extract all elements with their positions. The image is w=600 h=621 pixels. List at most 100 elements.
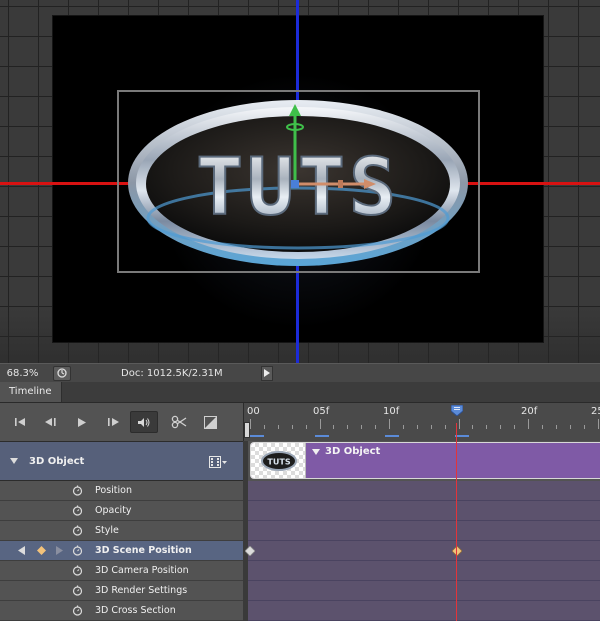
x-axis-arrow-icon[interactable] (364, 179, 376, 189)
property-row-3d-camera-position[interactable]: 3D Camera Position (0, 561, 243, 581)
previous-frame-icon (45, 418, 56, 426)
x-scale-handle-icon[interactable] (338, 180, 343, 188)
ruler-tick (555, 425, 557, 429)
stopwatch-icon[interactable] (72, 545, 83, 556)
stopwatch-icon[interactable] (72, 485, 83, 496)
track-area[interactable]: TUTS 3D Object (245, 441, 600, 621)
ruler-tick (541, 425, 543, 429)
ruler-tick (444, 425, 446, 429)
go-to-first-frame-button[interactable] (6, 411, 34, 433)
ruler-tick (500, 425, 502, 429)
clip-thumbnail: TUTS (251, 443, 306, 478)
ruler-label: 00 (247, 406, 260, 417)
keyframe-diamond-icon[interactable] (452, 546, 462, 556)
property-row-3d-cross-section[interactable]: 3D Cross Section (0, 601, 243, 621)
clip-expand-triangle-icon[interactable] (312, 449, 320, 455)
expand-layer-triangle-icon[interactable] (10, 458, 18, 464)
property-track (248, 601, 600, 621)
audio-button[interactable] (130, 411, 158, 433)
stopwatch-icon[interactable] (72, 605, 83, 616)
ruler-tick (583, 425, 585, 429)
work-area-marker (455, 435, 469, 437)
property-label: Opacity (95, 505, 132, 516)
clip-track: TUTS 3D Object (248, 441, 600, 481)
ruler-label: 10f (383, 406, 400, 417)
property-row-style[interactable]: Style (0, 521, 243, 541)
ruler-tick (486, 425, 488, 429)
ruler-label: 20f (521, 406, 538, 417)
add-keyframe-diamond-icon[interactable] (36, 546, 47, 555)
ruler-tick (291, 425, 293, 429)
play-button[interactable] (68, 411, 96, 433)
thumbnail-text: TUTS (267, 458, 290, 467)
next-frame-icon (108, 418, 119, 426)
go-to-first-frame-icon (15, 418, 25, 426)
stopwatch-icon[interactable] (72, 565, 83, 576)
scissors-icon (171, 415, 187, 429)
transition-icon (203, 415, 217, 429)
ruler-tick (472, 425, 474, 429)
property-row-3d-scene-position[interactable]: 3D Scene Position (0, 541, 243, 561)
property-row-3d-render-settings[interactable]: 3D Render Settings (0, 581, 243, 601)
property-track (248, 521, 600, 541)
next-keyframe-icon[interactable] (55, 546, 63, 555)
ruler-tick (263, 425, 265, 429)
ruler-tick (597, 419, 599, 429)
ruler-tick (250, 419, 251, 429)
ruler-tick (389, 419, 390, 429)
property-track (248, 561, 600, 581)
ruler-tick (277, 425, 279, 429)
clip-3d-object[interactable]: TUTS 3D Object (250, 442, 600, 479)
property-label: Position (95, 485, 132, 496)
property-label: 3D Camera Position (95, 565, 189, 576)
3d-axis-gizmo[interactable] (270, 100, 390, 200)
zoom-level[interactable]: 68.3% (0, 368, 45, 379)
status-info-icon[interactable] (53, 365, 71, 381)
ruler-tick (375, 425, 377, 429)
split-at-playhead-button[interactable] (165, 411, 193, 433)
keyframe-navigator (18, 546, 63, 555)
panel-tab-bar: Timeline (0, 382, 600, 403)
film-strip-menu-icon[interactable] (209, 456, 227, 468)
previous-frame-button[interactable] (37, 411, 65, 433)
work-area-start-handle[interactable] (244, 422, 250, 438)
ruler-tick (402, 425, 404, 429)
z-axis-handle[interactable] (291, 180, 299, 188)
property-row-opacity[interactable]: Opacity (0, 501, 243, 521)
time-ruler[interactable]: 00 05f 10f 15f 20f 25 (243, 403, 600, 441)
ruler-tick (347, 425, 349, 429)
playhead-icon[interactable] (451, 405, 463, 416)
property-row-position[interactable]: Position (0, 481, 243, 501)
audio-icon (138, 417, 150, 427)
ruler-tick (458, 419, 460, 429)
document-size: Doc: 1012.5K/2.31M (121, 367, 223, 379)
thumbnail-badge-image: TUTS (261, 451, 297, 471)
status-menu-arrow-icon[interactable] (261, 365, 273, 381)
ruler-tick (569, 425, 571, 429)
previous-keyframe-icon[interactable] (18, 546, 26, 555)
stopwatch-icon[interactable] (72, 505, 83, 516)
canvas-viewport[interactable]: TUTS (0, 0, 600, 363)
next-frame-button[interactable] (99, 411, 127, 433)
property-track (248, 581, 600, 601)
keyframe-diamond-icon[interactable] (245, 546, 255, 556)
work-area-marker (250, 435, 264, 437)
ruler-tick (528, 419, 529, 429)
property-track (248, 481, 600, 501)
ruler-tick (416, 425, 418, 429)
transport-controls (0, 403, 243, 441)
property-label: 3D Scene Position (95, 545, 192, 556)
ruler-label: 25 (591, 406, 600, 417)
layer-row-3d-object[interactable]: 3D Object (0, 441, 243, 481)
work-area-marker (385, 435, 399, 437)
clip-name: 3D Object (325, 446, 381, 457)
y-axis-arrow-icon[interactable] (289, 104, 301, 116)
work-area-marker (315, 435, 329, 437)
ruler-tick (361, 425, 363, 429)
property-track (248, 501, 600, 521)
tab-timeline[interactable]: Timeline (0, 382, 62, 402)
stopwatch-icon[interactable] (72, 585, 83, 596)
playhead-line (456, 423, 457, 621)
stopwatch-icon[interactable] (72, 525, 83, 536)
transition-button[interactable] (196, 411, 224, 433)
